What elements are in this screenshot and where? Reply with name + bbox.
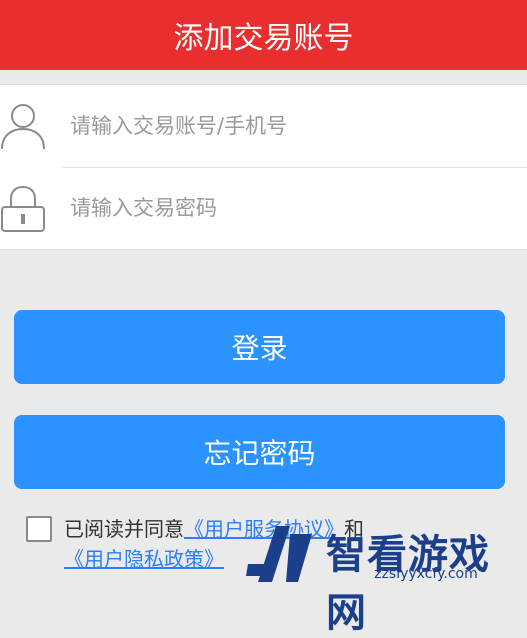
page-title-bar: 添加交易账号 xyxy=(0,0,527,70)
lock-icon xyxy=(1,185,45,232)
logo-icon xyxy=(246,526,312,582)
user-icon xyxy=(1,104,45,150)
watermark: 智看游戏网 zzslyyxcfy.com xyxy=(246,520,527,636)
account-row xyxy=(0,85,527,167)
login-form xyxy=(0,84,527,250)
account-input[interactable] xyxy=(62,101,510,151)
forgot-password-button[interactable]: 忘记密码 xyxy=(14,415,505,489)
privacy-policy-link[interactable]: 《用户隐私政策》 xyxy=(64,547,224,571)
page-title: 添加交易账号 xyxy=(173,21,354,56)
agreement-checkbox[interactable] xyxy=(26,516,52,542)
login-button[interactable]: 登录 xyxy=(14,310,505,384)
password-row xyxy=(0,167,527,249)
agreement-prefix: 已阅读并同意 xyxy=(64,517,184,541)
watermark-url: zzslyyxcfy.com xyxy=(374,566,478,582)
password-input[interactable] xyxy=(62,183,510,233)
